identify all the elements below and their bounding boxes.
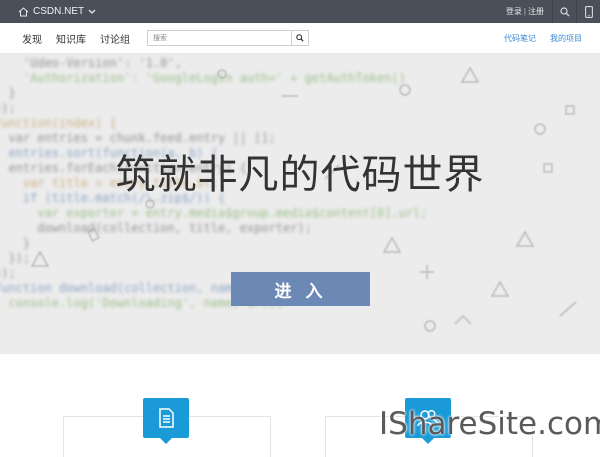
auth-separator: | bbox=[523, 7, 526, 16]
nav-discussion-group[interactable]: 讨论组 bbox=[100, 31, 130, 46]
nav-my-projects[interactable]: 我的项目 bbox=[550, 33, 582, 44]
enter-button[interactable]: 进 入 bbox=[231, 272, 370, 306]
brand-name: CSDN.NET bbox=[33, 6, 85, 17]
decorative-shapes bbox=[30, 66, 577, 332]
hero-title: 筑就非凡的代码世界 bbox=[115, 152, 485, 198]
search-button[interactable] bbox=[291, 31, 308, 45]
home-icon bbox=[18, 6, 29, 16]
watermark: IShareSite.com bbox=[379, 406, 600, 442]
brand-menu[interactable]: CSDN.NET bbox=[18, 0, 96, 23]
top-search-button[interactable] bbox=[552, 0, 576, 23]
document-icon bbox=[159, 408, 174, 428]
search-icon bbox=[296, 34, 304, 42]
card-icon-docs bbox=[143, 398, 189, 444]
register-link[interactable]: 注册 bbox=[528, 6, 544, 17]
login-link[interactable]: 登录 bbox=[506, 6, 522, 17]
top-bar: CSDN.NET 登录 | 注册 bbox=[0, 0, 600, 23]
hero-banner: 'Udeo-Version': '1.0', 'Authorization': … bbox=[0, 54, 600, 354]
mobile-button[interactable] bbox=[576, 0, 600, 23]
search-input[interactable] bbox=[148, 31, 291, 45]
main-nav: 发现 知识库 讨论组 代码笔记 我的项目 bbox=[0, 23, 600, 54]
nav-knowledge-base[interactable]: 知识库 bbox=[56, 31, 86, 46]
search-icon bbox=[559, 6, 569, 16]
search-box bbox=[147, 30, 309, 46]
nav-code-notes[interactable]: 代码笔记 bbox=[504, 33, 536, 44]
mobile-icon bbox=[584, 5, 593, 18]
chevron-down-icon bbox=[88, 9, 96, 14]
nav-discover[interactable]: 发现 bbox=[22, 31, 42, 46]
